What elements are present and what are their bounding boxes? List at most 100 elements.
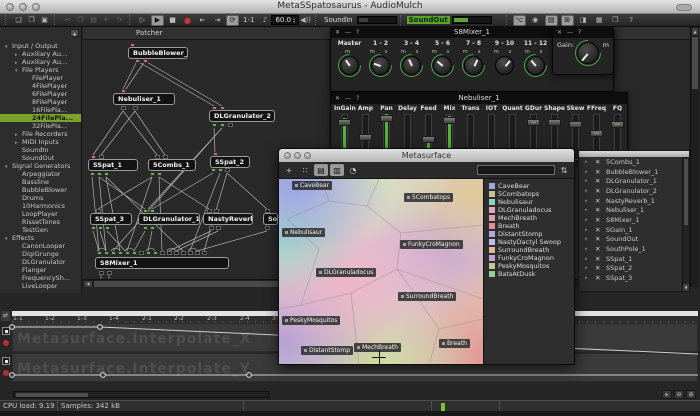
snapshot-list-item[interactable]: Breath (484, 222, 574, 230)
channel-gain-knob[interactable] (402, 56, 421, 75)
transport-button[interactable]: ⇤ (196, 15, 209, 26)
expand-triangle-icon[interactable]: ▸ (585, 178, 591, 184)
snapshot-marker[interactable]: Nebulisaur (282, 228, 325, 237)
slider-handle[interactable] (359, 134, 372, 141)
view-toggle-button[interactable]: ⌥ (513, 15, 526, 26)
close-icon[interactable]: ✕ (557, 27, 562, 38)
contraption-row[interactable]: ▸ ✕ DLGranulator_2 (579, 186, 689, 196)
snapshot-marker[interactable]: 5Combatops (404, 193, 453, 202)
metasurface-toolbar-button[interactable]: + (282, 164, 296, 176)
snapshot-marker[interactable]: DLGranuladocus (316, 268, 376, 277)
channel-gain-knob[interactable] (340, 56, 359, 75)
snapshot-list-item[interactable]: MechBreath (484, 214, 574, 222)
window-titlebar[interactable]: MetaSSpatosaurus - AudioMulch (0, 0, 700, 14)
slider-handle[interactable] (380, 115, 393, 122)
zoom-icon[interactable] (304, 152, 311, 159)
panel-scrollbar[interactable]: ▼ (682, 157, 689, 291)
toolbar-grip[interactable] (506, 15, 510, 25)
remove-icon[interactable]: ✕ (595, 216, 602, 224)
contraption-row[interactable]: ▸ ✕ SoundOut (579, 235, 689, 245)
close-icon[interactable]: ✕ (335, 93, 340, 104)
snapshot-list-item[interactable]: FunkyCroMagnon (484, 254, 574, 262)
remove-icon[interactable]: ✕ (595, 187, 602, 195)
toolbar-edit-button[interactable]: ↷ (113, 15, 126, 26)
slider-handle[interactable] (548, 119, 561, 126)
transport-button[interactable]: ▷ (136, 15, 149, 26)
transport-button[interactable]: ▶ (151, 15, 164, 26)
help-icon[interactable]: ? (356, 27, 359, 38)
panel-scroll-handle[interactable] (684, 159, 688, 225)
view-toggle-button[interactable]: ▦ (593, 15, 606, 26)
help-icon[interactable]: ? (578, 27, 581, 38)
help-icon[interactable]: ? (356, 93, 359, 104)
mixer-window-buttons[interactable]: ✕ — ? (335, 27, 359, 38)
toolbar-file-button[interactable]: ❏ (12, 15, 25, 26)
remove-icon[interactable]: ✕ (595, 274, 602, 282)
contraption-row[interactable]: ▸ ✕ SouthPole_1 (579, 244, 689, 254)
close-icon[interactable] (284, 152, 291, 159)
transport-button[interactable]: ● (181, 15, 194, 26)
view-toggle-button[interactable]: ❒ (609, 15, 622, 26)
expand-triangle-icon[interactable]: ▸ (585, 236, 591, 242)
channel-gain-knob[interactable] (495, 56, 514, 75)
view-toggle-button[interactable]: ▤ (545, 15, 558, 26)
snapshot-marker[interactable]: CaveBear (292, 181, 332, 190)
gain-window-header[interactable]: ✕ — ? (553, 27, 613, 38)
nebuliser-window-header[interactable]: ✕ — ? Nebuliser_1 (331, 93, 627, 104)
snapshot-filter-input[interactable] (477, 165, 555, 175)
sound-out-label[interactable]: SoundOut (407, 16, 450, 24)
snapshot-list-item[interactable]: CaveBear (484, 182, 574, 190)
sound-in-label[interactable]: SoundIn (322, 16, 355, 24)
tempo-stepper[interactable]: ▴▾ (293, 17, 295, 23)
toolbar-grip[interactable] (315, 15, 319, 25)
slider-handle[interactable] (527, 119, 540, 126)
remove-icon[interactable]: ✕ (595, 235, 602, 243)
snapshot-list-item[interactable]: DistantStomp (484, 230, 574, 238)
contraption-row[interactable]: ▸ ✕ DLGranulator_1 (579, 176, 689, 186)
slider-handle[interactable] (443, 117, 456, 124)
snapshot-marker[interactable]: PeskyMosquitos (282, 316, 340, 325)
expand-triangle-icon[interactable]: ▸ (585, 159, 591, 165)
expand-triangle-icon[interactable]: ▸ (585, 275, 591, 281)
contraption-row[interactable]: ▸ ✕ SGain_1 (579, 225, 689, 235)
transport-button[interactable]: ⟳ (226, 15, 239, 26)
scroll-down-icon[interactable]: ▼ (683, 284, 689, 291)
metasurface-titlebar[interactable]: Metasurface (279, 149, 574, 162)
remove-icon[interactable]: ✕ (595, 255, 602, 263)
toolbar-grip[interactable] (129, 15, 133, 25)
metasurface-toolbar-button[interactable]: ◔ (346, 164, 360, 176)
remove-icon[interactable]: ✕ (595, 197, 602, 205)
snapshot-list-item[interactable]: Nebulisaur (484, 198, 574, 206)
snapshot-list-item[interactable]: 5Combatops (484, 190, 574, 198)
snapshot-list-item[interactable]: SurroundBreath (484, 246, 574, 254)
snapshot-list-item[interactable]: PeskyMosquitos (484, 262, 574, 270)
metasurface-toolbar-button[interactable]: ▥ (330, 164, 344, 176)
channel-gain-knob[interactable] (371, 56, 390, 75)
snapshot-marker[interactable]: Breath (439, 339, 470, 348)
slider-handle[interactable] (422, 136, 435, 143)
toolbar-grip[interactable] (54, 15, 58, 25)
expand-triangle-icon[interactable]: ▸ (585, 188, 591, 194)
speaker-icon[interactable]: ◀)) (299, 15, 312, 26)
snapshot-list-item[interactable]: DLGranuladocus (484, 206, 574, 214)
expand-triangle-icon[interactable]: ▸ (585, 227, 591, 233)
view-toggle-button[interactable]: ? (625, 15, 638, 26)
toolbar-edit-button[interactable]: ▤ (87, 15, 100, 26)
snapshot-marker[interactable]: SurroundBreath (398, 292, 456, 301)
contraption-row[interactable]: ▸ ✕ SSpat_1 (579, 254, 689, 264)
contraption-row[interactable]: ▸ ✕ BubbleBlower_1 (579, 167, 689, 177)
contraption-row[interactable]: ▸ ✕ NastyReverb_1 (579, 196, 689, 206)
contraption-row[interactable]: ▸ ✕ S8Mixer_1 (579, 215, 689, 225)
contraption-row[interactable]: ▸ ✕ Nebuliser_1 (579, 205, 689, 215)
slider-handle[interactable] (611, 121, 624, 128)
toolbar-edit-button[interactable]: ✂ (61, 15, 74, 26)
toolbar-toggle-capsule[interactable] (676, 4, 692, 11)
metasurface-toolbar-button[interactable]: ▤ (314, 164, 328, 176)
metasurface-canvas[interactable]: CaveBear 5Combatops Nebulisaur FunkyCroM… (279, 179, 483, 364)
remove-icon[interactable]: ✕ (595, 177, 602, 185)
expand-triangle-icon[interactable]: ▸ (585, 256, 591, 262)
channel-gain-knob[interactable] (464, 56, 483, 75)
snapshot-marker[interactable]: DistantStomp (301, 346, 353, 355)
gain-knob[interactable] (577, 42, 599, 64)
expand-triangle-icon[interactable]: ▸ (585, 169, 591, 175)
